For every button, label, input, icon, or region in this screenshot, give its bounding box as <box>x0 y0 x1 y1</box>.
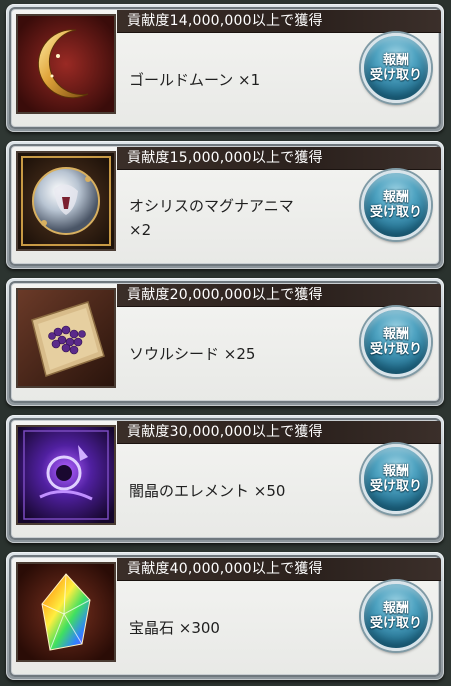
claim-button-label: 受け取り <box>369 68 422 83</box>
claim-button-label: 受け取り <box>369 616 422 631</box>
item-name-quantity: ×2 <box>129 221 152 239</box>
claim-reward-button[interactable]: 報酬 受け取り <box>361 33 431 103</box>
claim-button-label: 報酬 <box>382 601 409 616</box>
reward-card-inner: 貢献度15,000,000以上で獲得 オシリスのマグナアニマ ×2 報酬 受け取… <box>9 144 441 266</box>
item-name: オシリスのマグナアニマ <box>129 197 294 215</box>
requirement-text: 貢献度14,000,000以上で獲得 <box>127 13 323 29</box>
claim-reward-button[interactable]: 報酬 受け取り <box>361 444 431 514</box>
claim-button-label: 報酬 <box>382 190 409 205</box>
claim-reward-button[interactable]: 報酬 受け取り <box>361 307 431 377</box>
reward-card: 貢献度14,000,000以上で獲得 ゴールドムーン ×1 報酬 受け取り <box>6 4 444 132</box>
gold-moon-icon <box>16 14 116 114</box>
reward-card-inner: 貢献度20,000,000以上で獲得 ソウルシード ×25 報酬 受け取り <box>9 281 441 403</box>
claim-button-label: 報酬 <box>382 327 409 342</box>
dark-element-icon <box>16 425 116 525</box>
item-name: 闇晶のエレメント ×50 <box>129 482 286 500</box>
requirement-text: 貢献度30,000,000以上で獲得 <box>127 424 323 440</box>
claim-button-label: 受け取り <box>369 205 422 220</box>
requirement-text: 貢献度15,000,000以上で獲得 <box>127 150 323 166</box>
claim-button-label: 受け取り <box>369 479 422 494</box>
claim-button-label: 報酬 <box>382 464 409 479</box>
reward-card: 貢献度40,000,000以上で獲得 宝晶石 ×300 報酬 受け取り <box>6 552 444 680</box>
crystal-icon <box>16 562 116 662</box>
soul-seed-icon <box>16 288 116 388</box>
claim-reward-button[interactable]: 報酬 受け取り <box>361 170 431 240</box>
reward-card: 貢献度30,000,000以上で獲得 闇晶のエレメント ×50 報酬 受け取り <box>6 415 444 543</box>
reward-card: 貢献度20,000,000以上で獲得 ソウルシード ×25 報酬 受け取り <box>6 278 444 406</box>
reward-card-inner: 貢献度40,000,000以上で獲得 宝晶石 ×300 報酬 受け取り <box>9 555 441 677</box>
claim-button-label: 受け取り <box>369 342 422 357</box>
reward-list: 貢献度14,000,000以上で獲得 ゴールドムーン ×1 報酬 受け取り 貢献… <box>0 0 451 686</box>
item-name: ゴールドムーン ×1 <box>129 71 261 89</box>
item-name: 宝晶石 ×300 <box>129 619 220 637</box>
osiris-anima-icon <box>16 151 116 251</box>
requirement-text: 貢献度40,000,000以上で獲得 <box>127 561 323 577</box>
requirement-text: 貢献度20,000,000以上で獲得 <box>127 287 323 303</box>
reward-card: 貢献度15,000,000以上で獲得 オシリスのマグナアニマ ×2 報酬 受け取… <box>6 141 444 269</box>
claim-button-label: 報酬 <box>382 53 409 68</box>
item-name: ソウルシード ×25 <box>129 345 256 363</box>
claim-reward-button[interactable]: 報酬 受け取り <box>361 581 431 651</box>
reward-card-inner: 貢献度14,000,000以上で獲得 ゴールドムーン ×1 報酬 受け取り <box>9 7 441 129</box>
reward-card-inner: 貢献度30,000,000以上で獲得 闇晶のエレメント ×50 報酬 受け取り <box>9 418 441 540</box>
